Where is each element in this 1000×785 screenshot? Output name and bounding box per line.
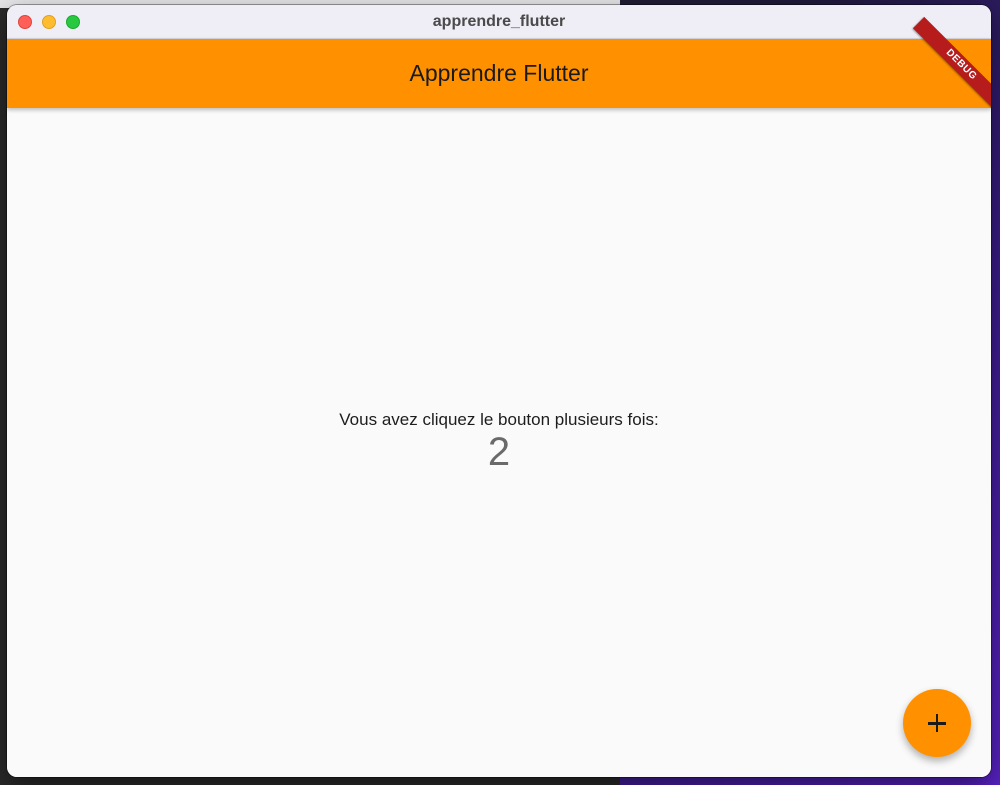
app-bar: Apprendre Flutter DEBUG: [7, 16, 991, 114]
counter-value: 2: [487, 430, 511, 474]
counter-message: Vous avez cliquez le bouton plusieurs fo…: [339, 410, 659, 429]
window-title: apprendre_flutter: [432, 13, 566, 30]
app-window: apprendre_flutter Apprendre Flutter DEBU…: [7, 5, 991, 777]
window-titlebar[interactable]: apprendre_flutter: [7, 5, 991, 39]
main-content: Vous avez cliquez le bouton plusieurs fo…: [7, 108, 991, 777]
app-bar-title: Apprendre Flutter: [409, 60, 589, 86]
increment-button[interactable]: [903, 689, 971, 757]
